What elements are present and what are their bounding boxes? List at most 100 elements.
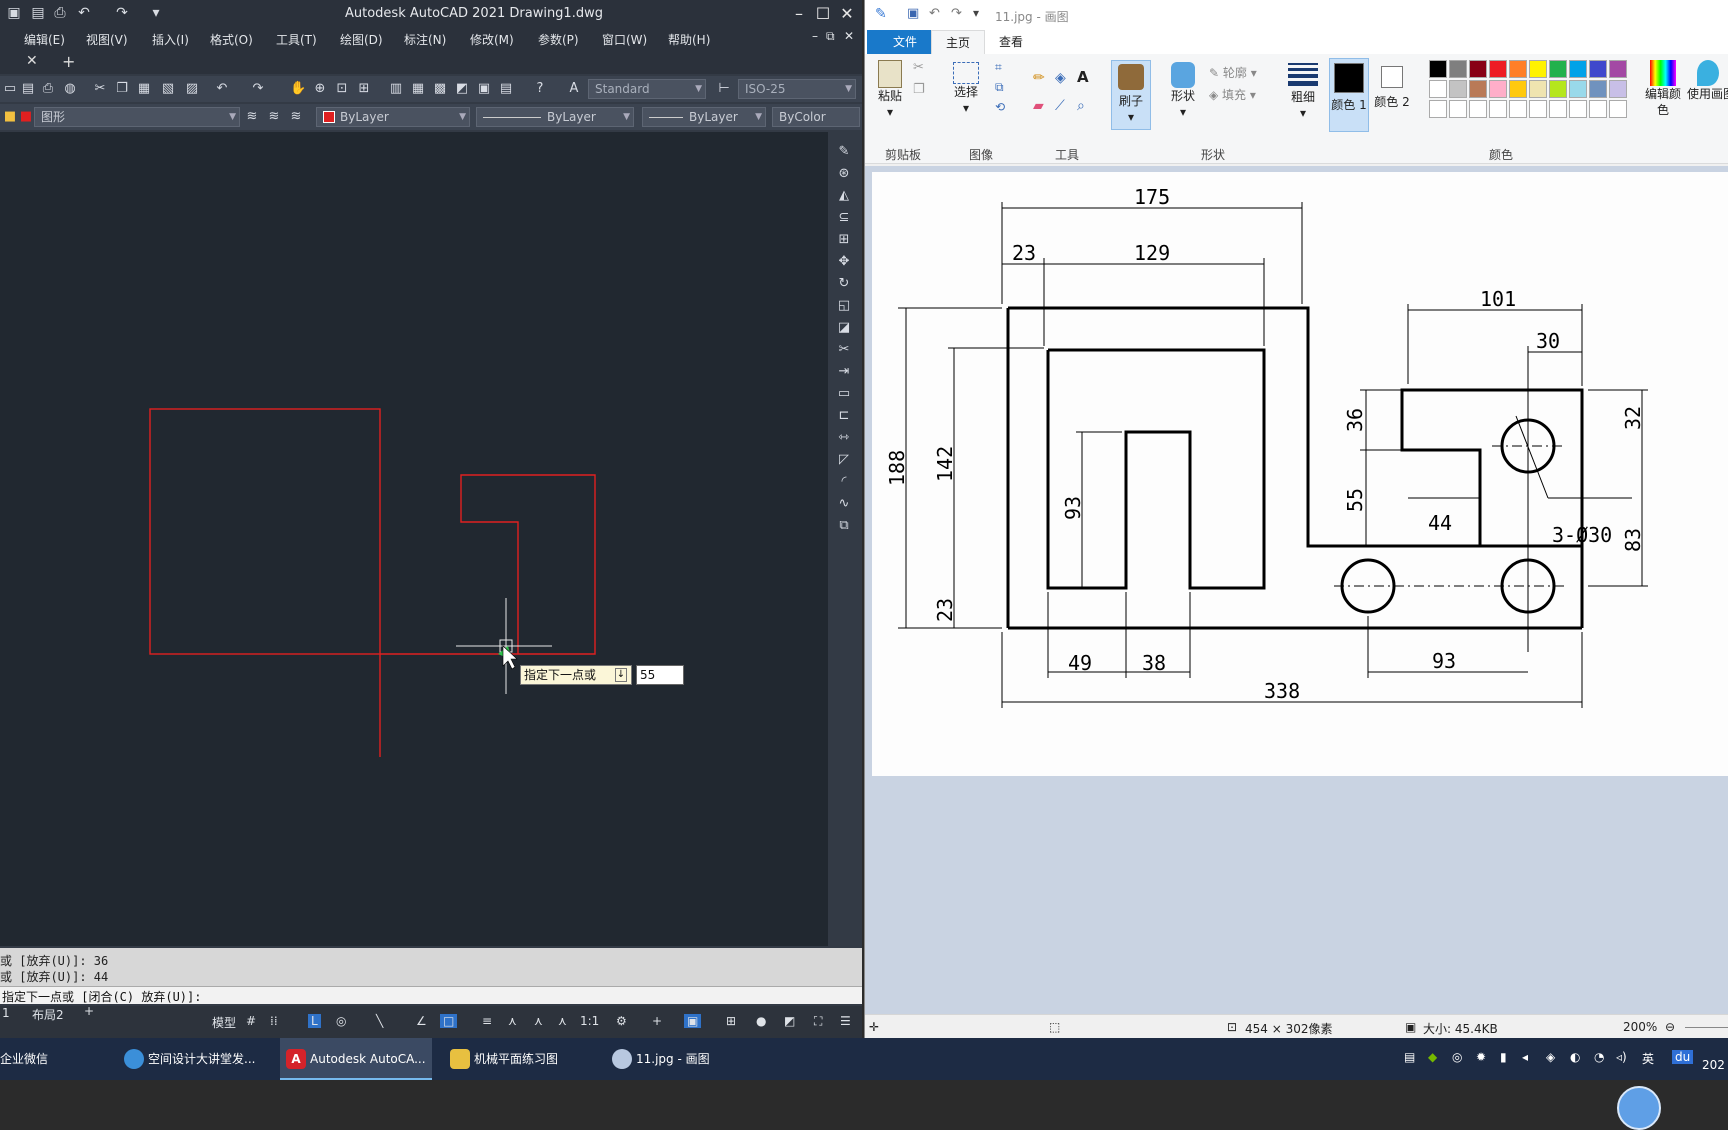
palette-swatch[interactable] (1589, 80, 1607, 98)
quick-undo-icon[interactable]: ↶ (929, 6, 940, 21)
doc-minimize-icon[interactable]: – (812, 29, 818, 43)
extend-icon[interactable]: ⇥ (836, 364, 852, 380)
menu-tools[interactable]: 工具(T) (276, 31, 317, 48)
palette-swatch[interactable] (1509, 60, 1527, 78)
palette-swatch[interactable] (1429, 100, 1447, 118)
palette-swatch[interactable] (1469, 100, 1487, 118)
sheetset-icon[interactable]: ◩ (454, 81, 470, 97)
tab-close-icon[interactable]: ✕ (26, 53, 38, 69)
minimize-button[interactable]: – (788, 3, 810, 25)
menu-modify[interactable]: 修改(M) (470, 31, 514, 48)
outline-button[interactable]: ✎ 轮廓 ▾ (1209, 64, 1257, 81)
rotate-icon[interactable]: ⟲ (995, 100, 1005, 114)
palette-swatch[interactable] (1529, 80, 1547, 98)
cut-icon[interactable]: ✂ (92, 81, 108, 97)
open-icon[interactable]: ▤ (20, 81, 36, 97)
copy-icon[interactable]: ❐ (114, 81, 130, 97)
layer-select[interactable]: 图形 ▼ (34, 107, 240, 127)
osnap-icon[interactable]: □ (440, 1014, 458, 1028)
help-icon[interactable]: ? (532, 81, 548, 97)
auto-scale-icon[interactable]: ⋏ (534, 1014, 543, 1028)
workspace-gear-icon[interactable]: ⚙ (616, 1014, 627, 1028)
layer-previous-icon[interactable]: ≋ (288, 109, 304, 125)
new-tab-icon[interactable]: + (62, 52, 75, 71)
crop-icon[interactable]: ⌗ (995, 60, 1002, 75)
isodraft-icon[interactable]: ╲ (376, 1014, 383, 1028)
properties-icon[interactable]: ▥ (388, 81, 404, 97)
menu-draw[interactable]: 绘图(D) (340, 31, 383, 48)
blockeditor-icon[interactable]: ▨ (184, 81, 200, 97)
layer-current-icon[interactable]: ≋ (244, 109, 260, 125)
plotstyle-select[interactable]: ByColor (772, 107, 860, 127)
array-icon[interactable]: ⊞ (836, 232, 852, 248)
palette-swatch[interactable] (1549, 60, 1567, 78)
save-icon[interactable]: ▣ (6, 5, 22, 21)
palette-swatch[interactable] (1549, 100, 1567, 118)
ortho-icon[interactable]: L (308, 1014, 321, 1028)
scale-icon[interactable]: ◱ (836, 298, 852, 314)
erase-icon[interactable]: ✎ (836, 144, 852, 160)
zoom-realtime-icon[interactable]: ⊕ (312, 81, 328, 97)
palette-swatch[interactable] (1489, 80, 1507, 98)
taskbar-item-folder[interactable]: 机械平面练习图 (444, 1038, 596, 1080)
palette-swatch[interactable] (1489, 100, 1507, 118)
select-button[interactable]: 选择 ▾ (951, 62, 981, 116)
object-tracking-icon[interactable]: ∠ (416, 1014, 427, 1028)
redo-tb-icon[interactable]: ↷ (250, 81, 266, 97)
paint-image[interactable]: 175 23 129 101 30 188 142 93 36 32 55 44… (872, 172, 1728, 776)
explode-icon[interactable]: ⧉ (836, 518, 852, 534)
nvidia-icon[interactable]: ◆ (1428, 1050, 1437, 1064)
shield-icon[interactable]: ◐ (1570, 1050, 1580, 1064)
dynamic-input-field[interactable]: 55 (636, 665, 684, 685)
calculator-icon[interactable]: ▤ (498, 81, 514, 97)
palette-swatch[interactable] (1429, 80, 1447, 98)
palette-swatch[interactable] (1469, 80, 1487, 98)
fill-button[interactable]: ◈ 填充 ▾ (1209, 86, 1256, 103)
fill-icon[interactable]: ◈ (1055, 70, 1066, 86)
palette-swatch[interactable] (1569, 80, 1587, 98)
undo-tb-icon[interactable]: ↶ (214, 81, 230, 97)
menu-parametric[interactable]: 参数(P) (538, 31, 579, 48)
defender-icon[interactable]: ◈ (1546, 1050, 1555, 1064)
annotation-scale-value[interactable]: 1:1 (580, 1014, 599, 1028)
redo-icon[interactable]: ↷ (114, 5, 130, 21)
publish-icon[interactable]: ◍ (62, 81, 78, 97)
maximize-button[interactable]: ☐ (812, 3, 834, 25)
taskbar-item-browser[interactable]: 空间设计大讲堂发... (118, 1038, 270, 1080)
layer-match-icon[interactable]: ≋ (266, 109, 282, 125)
close-button[interactable]: ✕ (836, 3, 858, 25)
model-space-button[interactable]: 模型 (212, 1014, 236, 1031)
palette-swatch[interactable] (1529, 60, 1547, 78)
palette-swatch[interactable] (1509, 100, 1527, 118)
snap-icon[interactable]: ⁞⁞ (270, 1014, 278, 1028)
palette-swatch[interactable] (1609, 80, 1627, 98)
layout-tab-1[interactable]: 1 (2, 1006, 10, 1020)
menu-edit[interactable]: 编辑(E) (24, 31, 65, 48)
menu-window[interactable]: 窗口(W) (602, 31, 647, 48)
color-picker-icon[interactable]: ⟋ (1055, 98, 1065, 114)
annotation-visibility-icon[interactable]: ⋏ (508, 1014, 517, 1028)
layer-lock-icon[interactable]: ■ (2, 109, 18, 125)
quick-redo-icon[interactable]: ↷ (951, 6, 962, 21)
copy-object-icon[interactable]: ⊛ (836, 166, 852, 182)
palette-swatch[interactable] (1609, 60, 1627, 78)
quick-properties-icon[interactable]: ⊞ (726, 1014, 736, 1028)
palette-swatch[interactable] (1509, 80, 1527, 98)
break-at-point-icon[interactable]: ⊏ (836, 408, 852, 424)
doc-close-icon[interactable]: ✕ (844, 29, 854, 43)
command-line[interactable]: 指定下一点或 [闭合(C) 放弃(U)]: (0, 986, 862, 1004)
taskbar-item-paint[interactable]: 11.jpg - 画图 (606, 1038, 758, 1080)
hardware-acceleration-icon[interactable]: ◩ (784, 1014, 795, 1028)
rotate-icon[interactable]: ↻ (836, 276, 852, 292)
add-layout-icon[interactable]: + (84, 1004, 94, 1018)
markup-icon[interactable]: ▣ (476, 81, 492, 97)
palette-swatch[interactable] (1449, 60, 1467, 78)
toolpalettes-icon[interactable]: ▩ (432, 81, 448, 97)
save-as-icon[interactable]: ▤ (30, 5, 46, 21)
customization-menu-icon[interactable]: ☰ (840, 1014, 851, 1028)
color1-button[interactable]: 颜色 1 (1329, 58, 1369, 132)
polar-icon[interactable]: ◎ (336, 1014, 346, 1028)
usb-icon[interactable]: ▮ (1500, 1050, 1507, 1064)
linetype-select[interactable]: ByLayer ▼ (476, 107, 634, 127)
palette-swatch[interactable] (1489, 60, 1507, 78)
